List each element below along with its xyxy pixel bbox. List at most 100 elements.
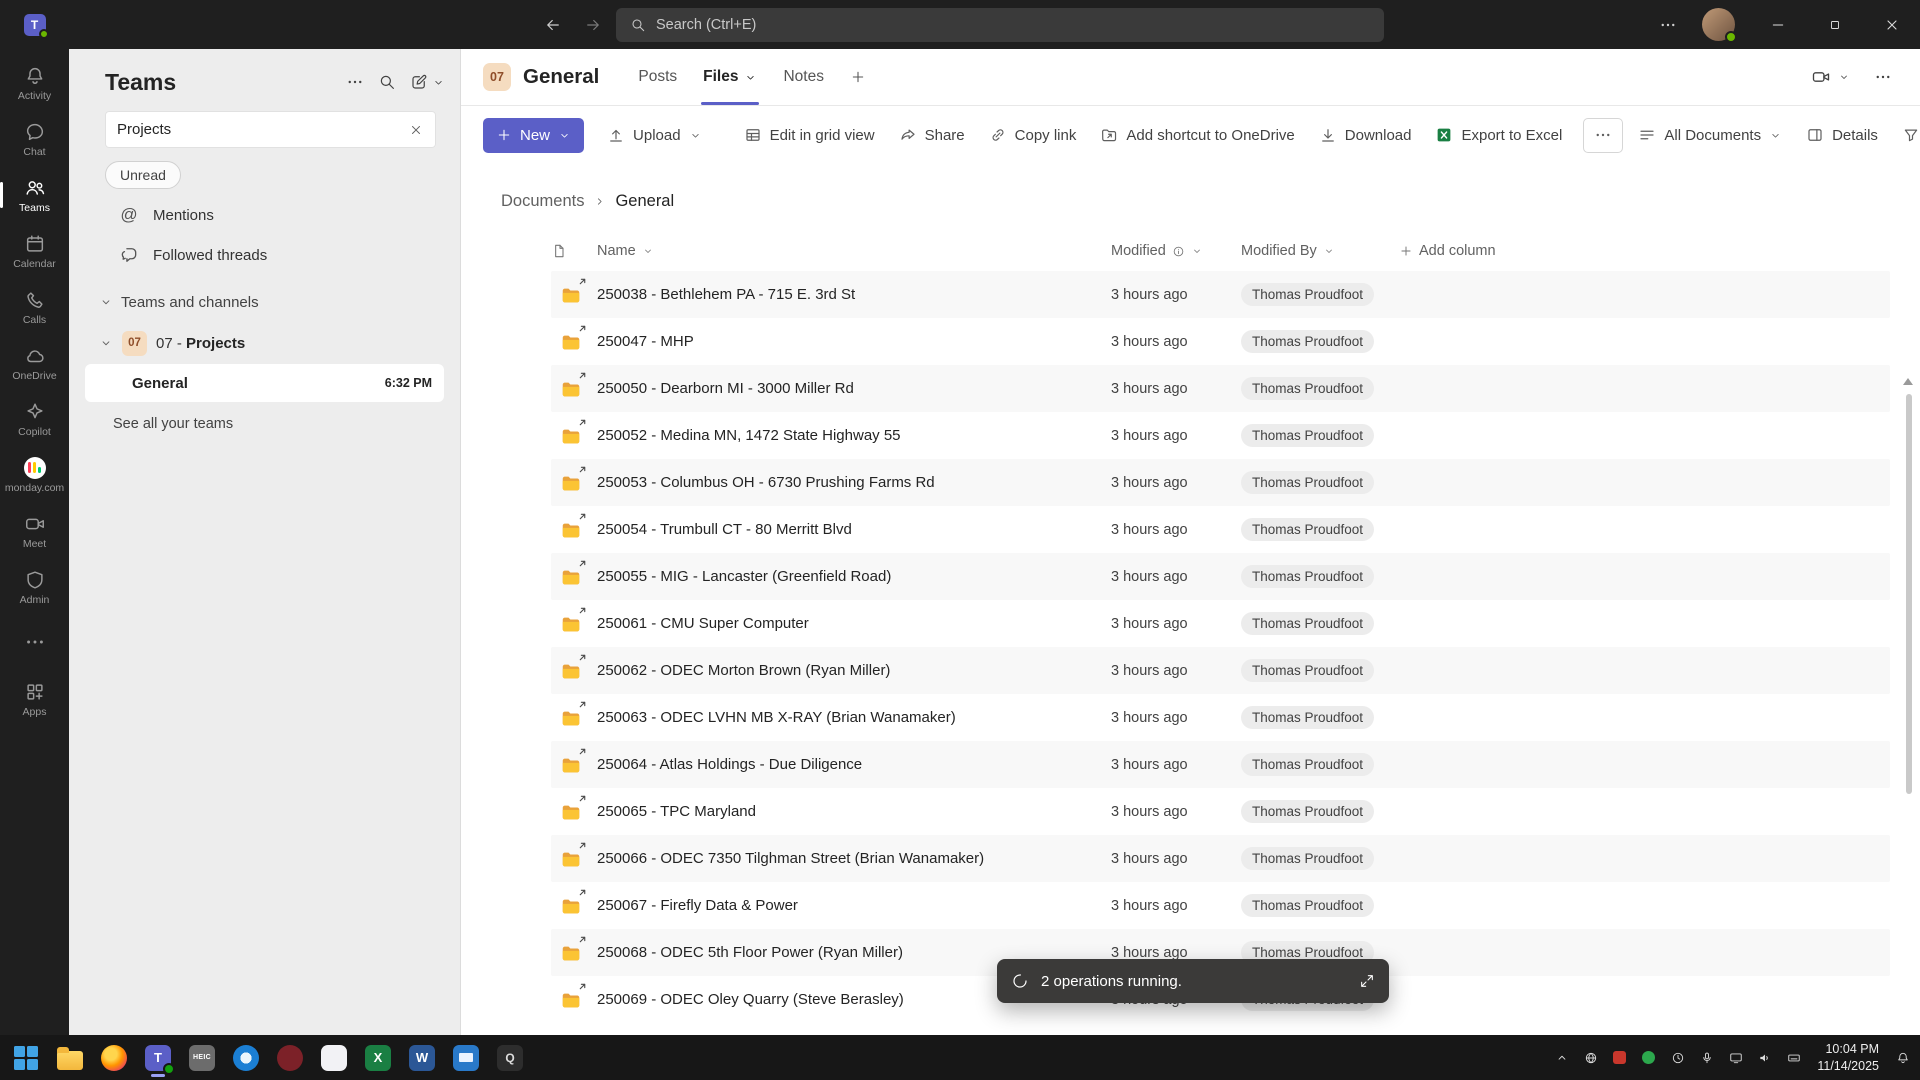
person-chip[interactable]: Thomas Proudfoot bbox=[1241, 471, 1375, 494]
upload-button[interactable]: Upload bbox=[596, 118, 713, 153]
rail-item-chat[interactable]: Chat bbox=[0, 111, 69, 167]
file-row[interactable]: 250063 - ODEC LVHN MB X-RAY (Brian Wanam… bbox=[551, 694, 1890, 741]
rail-item-admin[interactable]: Admin bbox=[0, 559, 69, 615]
start-button[interactable] bbox=[4, 1035, 48, 1080]
followed-threads-item[interactable]: Followed threads bbox=[83, 235, 446, 275]
person-chip[interactable]: Thomas Proudfoot bbox=[1241, 612, 1375, 635]
mentions-item[interactable]: @ Mentions bbox=[83, 195, 446, 235]
file-name-link[interactable]: 250038 - Bethlehem PA - 715 E. 3rd St bbox=[597, 286, 855, 303]
file-row[interactable]: 250038 - Bethlehem PA - 715 E. 3rd St 3 … bbox=[551, 271, 1890, 318]
tab-posts[interactable]: Posts bbox=[625, 49, 690, 105]
person-chip[interactable]: Thomas Proudfoot bbox=[1241, 800, 1375, 823]
view-selector[interactable]: All Documents bbox=[1627, 118, 1793, 153]
tab-notes[interactable]: Notes bbox=[770, 49, 837, 105]
sidebar-search-input[interactable] bbox=[117, 121, 402, 138]
tray-keyboard-icon[interactable] bbox=[1780, 1038, 1807, 1078]
tray-green-app-icon[interactable] bbox=[1635, 1038, 1662, 1078]
new-chat-dropdown[interactable] bbox=[430, 67, 446, 97]
channel-more-button[interactable] bbox=[1868, 62, 1898, 92]
edit-grid-view-button[interactable]: Edit in grid view bbox=[733, 118, 886, 153]
clear-search-button[interactable] bbox=[402, 116, 430, 144]
file-name-link[interactable]: 250047 - MHP bbox=[597, 333, 694, 350]
teams-and-channels-header[interactable]: Teams and channels bbox=[83, 281, 446, 323]
person-chip[interactable]: Thomas Proudfoot bbox=[1241, 377, 1375, 400]
column-modified[interactable]: Modified bbox=[1111, 243, 1241, 259]
file-row[interactable]: 250050 - Dearborn MI - 3000 Miller Rd 3 … bbox=[551, 365, 1890, 412]
rail-item-calendar[interactable]: Calendar bbox=[0, 223, 69, 279]
share-button[interactable]: Share bbox=[888, 118, 976, 153]
rail-item-copilot[interactable]: Copilot bbox=[0, 391, 69, 447]
person-chip[interactable]: Thomas Proudfoot bbox=[1241, 753, 1375, 776]
browser-compass-icon[interactable] bbox=[224, 1035, 268, 1080]
vertical-scrollbar[interactable] bbox=[1906, 394, 1912, 794]
add-tab-button[interactable] bbox=[837, 49, 879, 105]
forward-button[interactable] bbox=[576, 8, 610, 42]
file-row[interactable]: 250064 - Atlas Holdings - Due Diligence … bbox=[551, 741, 1890, 788]
download-button[interactable]: Download bbox=[1308, 118, 1423, 153]
dark-app-icon[interactable]: Q bbox=[488, 1035, 532, 1080]
file-row[interactable]: 250052 - Medina MN, 1472 State Highway 5… bbox=[551, 412, 1890, 459]
apple-app-icon[interactable] bbox=[312, 1035, 356, 1080]
maximize-button[interactable] bbox=[1806, 0, 1863, 49]
file-row[interactable]: 250067 - Firefly Data & Power 3 hours ag… bbox=[551, 882, 1890, 929]
file-row[interactable]: 250055 - MIG - Lancaster (Greenfield Roa… bbox=[551, 553, 1890, 600]
heic-app-icon[interactable]: HEIC bbox=[180, 1035, 224, 1080]
unread-filter-pill[interactable]: Unread bbox=[105, 161, 181, 189]
titlebar-more-button[interactable] bbox=[1648, 8, 1688, 42]
person-chip[interactable]: Thomas Proudfoot bbox=[1241, 565, 1375, 588]
file-row[interactable]: 250054 - Trumbull CT - 80 Merritt Blvd 3… bbox=[551, 506, 1890, 553]
tab-files[interactable]: Files bbox=[690, 49, 770, 105]
tray-volume-icon[interactable] bbox=[1751, 1038, 1778, 1078]
export-to-excel-button[interactable]: Export to Excel bbox=[1424, 118, 1573, 153]
file-row[interactable]: 250047 - MHP 3 hours ago Thomas Proudfoo… bbox=[551, 318, 1890, 365]
maroon-app-icon[interactable] bbox=[268, 1035, 312, 1080]
commandbar-more-button[interactable] bbox=[1583, 117, 1624, 153]
file-row[interactable]: 250066 - ODEC 7350 Tilghman Street (Bria… bbox=[551, 835, 1890, 882]
file-name-link[interactable]: 250062 - ODEC Morton Brown (Ryan Miller) bbox=[597, 662, 890, 679]
breadcrumb-documents[interactable]: Documents bbox=[501, 192, 584, 211]
column-name[interactable]: Name bbox=[597, 243, 1111, 259]
person-chip[interactable]: Thomas Proudfoot bbox=[1241, 894, 1375, 917]
rail-item-teams[interactable]: Teams bbox=[0, 167, 69, 223]
sidebar-search-button[interactable] bbox=[372, 67, 402, 97]
rail-item-onedrive[interactable]: OneDrive bbox=[0, 335, 69, 391]
firefox-icon[interactable] bbox=[92, 1035, 136, 1080]
file-name-link[interactable]: 250065 - TPC Maryland bbox=[597, 803, 756, 820]
file-name-link[interactable]: 250052 - Medina MN, 1472 State Highway 5… bbox=[597, 427, 901, 444]
file-name-link[interactable]: 250064 - Atlas Holdings - Due Diligence bbox=[597, 756, 862, 773]
person-chip[interactable]: Thomas Proudfoot bbox=[1241, 847, 1375, 870]
tray-chevron-button[interactable] bbox=[1548, 1038, 1575, 1078]
file-row[interactable]: 250065 - TPC Maryland 3 hours ago Thomas… bbox=[551, 788, 1890, 835]
tray-network-icon[interactable] bbox=[1577, 1038, 1604, 1078]
file-name-link[interactable]: 250067 - Firefly Data & Power bbox=[597, 897, 798, 914]
file-row[interactable]: 250061 - CMU Super Computer 3 hours ago … bbox=[551, 600, 1890, 647]
column-modified-by[interactable]: Modified By bbox=[1241, 243, 1399, 259]
person-chip[interactable]: Thomas Proudfoot bbox=[1241, 706, 1375, 729]
person-chip[interactable]: Thomas Proudfoot bbox=[1241, 330, 1375, 353]
tray-mic-icon[interactable] bbox=[1693, 1038, 1720, 1078]
taskbar-clock[interactable]: 10:04 PM 11/14/2025 bbox=[1809, 1041, 1887, 1075]
team-item-projects[interactable]: 07 07 - Projects bbox=[83, 323, 446, 363]
minimize-button[interactable] bbox=[1749, 0, 1806, 49]
notifications-button[interactable] bbox=[1889, 1038, 1916, 1078]
file-name-link[interactable]: 250068 - ODEC 5th Floor Power (Ryan Mill… bbox=[597, 944, 903, 961]
see-all-teams-link[interactable]: See all your teams bbox=[83, 403, 446, 432]
file-name-link[interactable]: 250061 - CMU Super Computer bbox=[597, 615, 809, 632]
channel-item-general[interactable]: General 6:32 PM bbox=[85, 364, 444, 402]
file-explorer-icon[interactable] bbox=[48, 1035, 92, 1080]
back-button[interactable] bbox=[536, 8, 570, 42]
person-chip[interactable]: Thomas Proudfoot bbox=[1241, 283, 1375, 306]
file-name-link[interactable]: 250050 - Dearborn MI - 3000 Miller Rd bbox=[597, 380, 854, 397]
scrollbar-up-arrow[interactable] bbox=[1903, 378, 1913, 385]
copy-link-button[interactable]: Copy link bbox=[978, 118, 1088, 153]
details-pane-button[interactable]: Details bbox=[1795, 118, 1889, 153]
person-chip[interactable]: Thomas Proudfoot bbox=[1241, 659, 1375, 682]
tray-red-app-icon[interactable] bbox=[1606, 1038, 1633, 1078]
close-button[interactable] bbox=[1863, 0, 1920, 49]
meet-now-button[interactable] bbox=[1805, 61, 1856, 93]
filter-button[interactable] bbox=[1891, 118, 1920, 153]
rail-item-activity[interactable]: Activity bbox=[0, 55, 69, 111]
rail-item-monday[interactable]: monday.com bbox=[0, 447, 69, 503]
excel-taskbar-icon[interactable]: X bbox=[356, 1035, 400, 1080]
file-name-link[interactable]: 250063 - ODEC LVHN MB X-RAY (Brian Wanam… bbox=[597, 709, 956, 726]
